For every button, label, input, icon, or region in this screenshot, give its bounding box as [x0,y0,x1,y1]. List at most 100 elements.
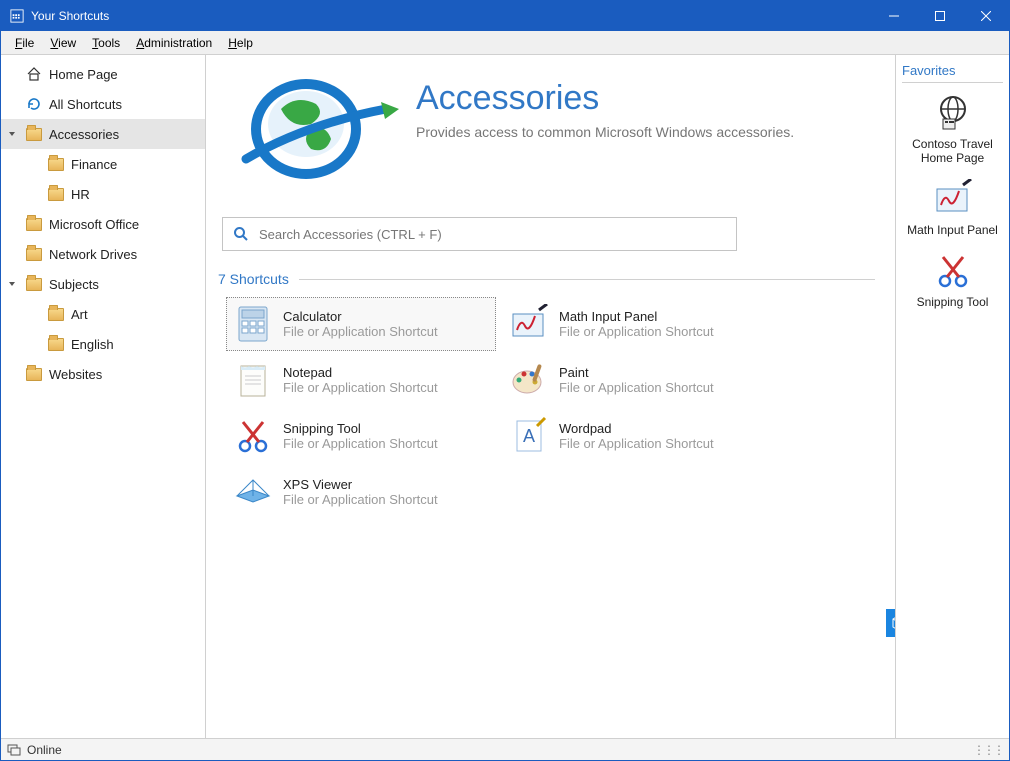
tree-item-network-drives[interactable]: Network Drives [1,239,205,269]
tree-item-accessories[interactable]: Accessories [1,119,205,149]
snip-icon [231,414,275,458]
minimize-button[interactable] [871,1,917,31]
favorite-label: Math Input Panel [902,223,1003,237]
titlebar: Your Shortcuts [1,1,1009,31]
favorite-snipping-tool[interactable]: Snipping Tool [902,251,1003,309]
shortcut-notepad[interactable]: NotepadFile or Application Shortcut [226,353,496,407]
tree-item-home-page[interactable]: Home Page [1,59,205,89]
shortcut-name: Notepad [283,365,438,380]
sidebar-tree: Home Page All Shortcuts Accessories Finance… [1,55,206,738]
folder-icon [47,185,65,203]
shortcut-type: File or Application Shortcut [283,380,438,395]
tree-item-label: Network Drives [49,247,137,262]
close-button[interactable] [963,1,1009,31]
shortcut-calculator[interactable]: CalculatorFile or Application Shortcut [226,297,496,351]
tree-item-label: Home Page [49,67,118,82]
category-hero-icon [216,69,416,199]
tree-item-microsoft-office[interactable]: Microsoft Office [1,209,205,239]
status-text: Online [27,743,62,757]
shortcut-paint[interactable]: PaintFile or Application Shortcut [502,353,772,407]
refresh-icon [25,95,43,113]
mathinput-icon [507,302,551,346]
tree-item-label: Websites [49,367,102,382]
chevron-down-icon[interactable] [7,279,25,289]
tree-item-english[interactable]: English [1,329,205,359]
globe-icon [902,93,1003,133]
search-box[interactable] [222,217,737,251]
folder-icon [47,155,65,173]
tree-item-label: Microsoft Office [49,217,139,232]
shortcut-name: Paint [559,365,714,380]
status-icon [7,743,21,757]
mathinput-icon [902,179,1003,219]
shortcut-name: Math Input Panel [559,309,714,324]
menubar: FileViewToolsAdministrationHelp [1,31,1009,55]
shortcut-type: File or Application Shortcut [559,324,714,339]
shortcut-name: XPS Viewer [283,477,438,492]
tree-item-label: All Shortcuts [49,97,122,112]
chevron-down-icon[interactable] [7,129,25,139]
tree-item-websites[interactable]: Websites [1,359,205,389]
favorite-contoso-travel-home-page[interactable]: Contoso Travel Home Page [902,93,1003,165]
folder-icon [25,245,43,263]
folder-icon [25,275,43,293]
shortcut-name: Calculator [283,309,438,324]
wordpad-icon: A [507,414,551,458]
shortcut-wordpad[interactable]: AWordpadFile or Application Shortcut [502,409,772,463]
status-bar: Online ⋮⋮⋮ [1,738,1009,760]
section-count-label: 7 Shortcuts [218,271,289,287]
favorites-panel: Favorites Contoso Travel Home Page Math I… [895,55,1009,738]
folder-icon [25,365,43,383]
shortcut-math-input-panel[interactable]: Math Input PanelFile or Application Shor… [502,297,772,351]
calculator-icon [231,302,275,346]
svg-text:A: A [523,426,535,446]
tree-item-finance[interactable]: Finance [1,149,205,179]
shortcut-name: Snipping Tool [283,421,438,436]
menu-view[interactable]: View [42,33,84,53]
page-subtitle: Provides access to common Microsoft Wind… [416,124,794,140]
folder-icon [25,215,43,233]
paint-icon [507,358,551,402]
folder-icon [25,125,43,143]
menu-tools[interactable]: Tools [84,33,128,53]
tree-item-label: HR [71,187,90,202]
search-icon [233,226,249,242]
notepad-icon [231,358,275,402]
shortcut-snipping-tool[interactable]: Snipping ToolFile or Application Shortcu… [226,409,496,463]
shortcut-type: File or Application Shortcut [283,324,438,339]
shortcut-type: File or Application Shortcut [559,380,714,395]
tree-item-all-shortcuts[interactable]: All Shortcuts [1,89,205,119]
favorite-label: Snipping Tool [902,295,1003,309]
tree-item-art[interactable]: Art [1,299,205,329]
tree-item-label: Subjects [49,277,99,292]
shortcut-type: File or Application Shortcut [559,436,714,451]
drag-ghost-icon [886,609,895,637]
tree-item-label: Finance [71,157,117,172]
resize-grip[interactable]: ⋮⋮⋮ [973,743,1003,757]
tree-item-label: Accessories [49,127,119,142]
page-title: Accessories [416,79,794,118]
tree-item-hr[interactable]: HR [1,179,205,209]
home-icon [25,65,43,83]
section-divider [299,279,875,280]
shortcuts-grid: CalculatorFile or Application ShortcutMa… [226,297,875,519]
favorites-title: Favorites [902,63,1003,83]
menu-help[interactable]: Help [220,33,261,53]
menu-administration[interactable]: Administration [128,33,220,53]
favorite-math-input-panel[interactable]: Math Input Panel [902,179,1003,237]
content-pane: Accessories Provides access to common Mi… [206,55,895,738]
tree-item-label: Art [71,307,88,322]
maximize-button[interactable] [917,1,963,31]
tree-item-subjects[interactable]: Subjects [1,269,205,299]
favorite-label: Contoso Travel Home Page [902,137,1003,165]
search-input[interactable] [259,227,726,242]
snip-icon [902,251,1003,291]
window-title: Your Shortcuts [31,9,871,23]
menu-file[interactable]: File [7,33,42,53]
xps-icon [231,470,275,514]
shortcut-xps-viewer[interactable]: XPS ViewerFile or Application Shortcut [226,465,496,519]
tree-item-label: English [71,337,114,352]
app-icon [9,8,25,24]
folder-icon [47,335,65,353]
shortcut-type: File or Application Shortcut [283,492,438,507]
